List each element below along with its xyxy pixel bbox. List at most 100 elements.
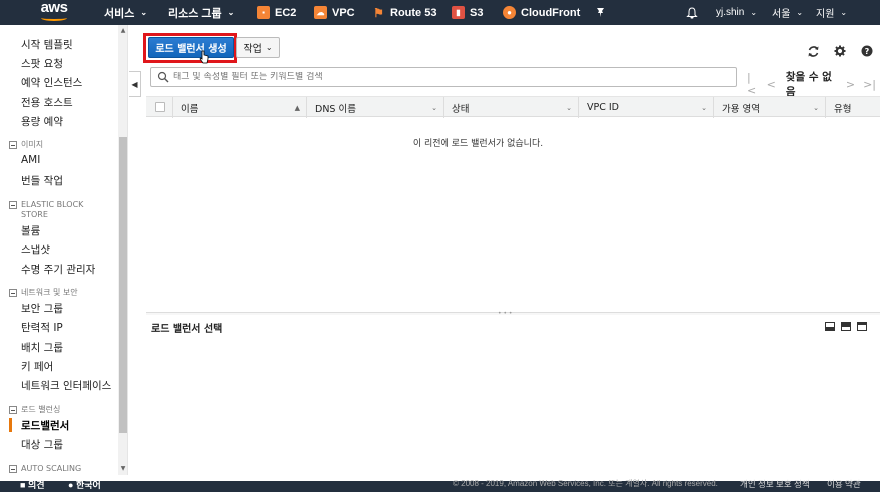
resource-groups-label: 리소스 그룹: [168, 7, 222, 20]
sidebar-item-network-interfaces[interactable]: 네트워크 인터페이스: [21, 378, 111, 393]
last-page-icon[interactable]: >|: [863, 78, 876, 91]
region-name: 서울: [772, 9, 791, 20]
actions-button[interactable]: 작업 ⌄: [236, 37, 280, 58]
main-content: 로드 밸런서 생성 작업 ⌄ ? |< < 찾을 수 없음 > >| 이름 ▲ …: [143, 25, 880, 475]
vpc-icon: ☁: [314, 6, 327, 19]
details-panel-title: 로드 밸런서 선택: [151, 324, 223, 335]
filter-search-box[interactable]: [150, 67, 737, 87]
sort-icon: ⌄: [566, 103, 572, 112]
shortcut-ec2[interactable]: ▪ EC2: [257, 0, 296, 25]
sidebar-item-launch-templates[interactable]: 시작 템플릿: [21, 37, 73, 52]
aws-logo[interactable]: aws: [38, 0, 70, 23]
column-header-label: 이름: [181, 103, 199, 115]
next-page-icon[interactable]: >: [846, 78, 855, 91]
column-header-label: 상태: [452, 103, 470, 115]
aws-logo-text: aws: [40, 0, 68, 16]
shortcut-route53[interactable]: ⚑ Route 53: [372, 0, 436, 25]
column-header-name[interactable]: 이름 ▲: [172, 97, 306, 118]
sidebar-item-load-balancers[interactable]: 로드밸런서: [21, 418, 69, 433]
user-menu[interactable]: yj.shin ⌄: [716, 0, 757, 25]
filter-search-input[interactable]: [173, 72, 713, 82]
sidebar-scrollbar-thumb[interactable]: [119, 137, 127, 433]
sidebar-section-ebs[interactable]: ELASTIC BLOCK STORE: [9, 200, 101, 220]
sidebar-section-network-security[interactable]: 네트워크 및 보안: [9, 288, 101, 298]
region-menu[interactable]: 서울 ⌄: [772, 0, 803, 25]
view-bottom-panel-icon[interactable]: [825, 322, 835, 331]
sidebar-item-elastic-ips[interactable]: 탄력적 IP: [21, 320, 63, 335]
prev-page-icon[interactable]: <: [767, 78, 776, 91]
sidebar-section-title: 이미지: [21, 140, 44, 149]
sidebar-scrollbar[interactable]: ▲ ▼: [118, 25, 127, 475]
terms-link[interactable]: 이용 약관: [827, 478, 861, 490]
shortcut-cloudfront[interactable]: ● CloudFront: [503, 0, 580, 25]
sidebar-item-key-pairs[interactable]: 키 페어: [21, 359, 53, 374]
sidebar-item-reserved-instances[interactable]: 예약 인스턴스: [21, 75, 82, 90]
sidebar-item-target-groups[interactable]: 대상 그룹: [21, 437, 63, 452]
services-menu-label: 서비스: [104, 7, 135, 20]
privacy-policy-link[interactable]: 개인 정보 보호 정책: [740, 478, 810, 490]
active-indicator: [9, 418, 12, 432]
chevron-down-icon: ⌄: [750, 8, 758, 17]
sidebar-item-snapshots[interactable]: 스냅샷: [21, 242, 50, 257]
support-menu[interactable]: 지원 ⌄: [816, 0, 847, 25]
shortcut-s3-label: S3: [470, 6, 484, 19]
view-top-panel-icon[interactable]: [857, 322, 867, 331]
notifications-bell-icon[interactable]: [686, 0, 698, 25]
language-selector[interactable]: ● 한국어: [68, 478, 101, 491]
pagination-status: 찾을 수 없음: [785, 71, 832, 98]
sidebar-section-load-balancing[interactable]: 로드 밸런싱: [9, 405, 101, 415]
shortcut-ec2-label: EC2: [275, 6, 297, 19]
aws-smile-icon: [41, 15, 67, 21]
collapse-icon: [9, 406, 17, 414]
sort-ascending-icon: ▲: [294, 103, 300, 112]
view-split-panel-icon[interactable]: [841, 322, 851, 331]
column-header-vpc-id[interactable]: VPC ID ⌄: [578, 97, 713, 118]
shortcut-vpc[interactable]: ☁ VPC: [314, 0, 355, 25]
sidebar-item-lifecycle-manager[interactable]: 수명 주기 관리자: [21, 262, 95, 277]
scroll-down-icon[interactable]: ▼: [119, 465, 127, 473]
chevron-left-icon: ◀: [131, 79, 138, 89]
help-icon[interactable]: ?: [860, 44, 874, 58]
scroll-up-icon[interactable]: ▲: [119, 27, 127, 35]
sidebar-item-ami[interactable]: AMI: [21, 154, 40, 166]
services-menu[interactable]: 서비스 ⌄: [104, 0, 147, 25]
column-header-type[interactable]: 유형: [825, 97, 880, 118]
feedback-label: 의견: [27, 480, 45, 490]
sidebar-item-capacity-reservations[interactable]: 용량 예약: [21, 114, 63, 129]
table-header: 이름 ▲ DNS 이름 ⌄ 상태 ⌄ VPC ID ⌄ 가용 영역 ⌄ 유형: [146, 96, 880, 118]
sidebar-item-bundle-tasks[interactable]: 번들 작업: [21, 173, 63, 188]
sidebar-item-spot-requests[interactable]: 스팟 요청: [21, 56, 63, 71]
refresh-icon[interactable]: [806, 44, 820, 58]
collapse-sidebar-button[interactable]: ◀: [129, 71, 141, 97]
route53-icon: ⚑: [373, 5, 384, 20]
resource-groups-menu[interactable]: 리소스 그룹 ⌄: [168, 0, 234, 25]
highlight-annotation-box: [143, 33, 237, 63]
select-all-checkbox[interactable]: [155, 102, 165, 112]
column-header-availability-zone[interactable]: 가용 영역 ⌄: [713, 97, 825, 118]
column-header-state[interactable]: 상태 ⌄: [443, 97, 578, 118]
sidebar-item-security-groups[interactable]: 보안 그룹: [21, 301, 63, 316]
chevron-down-icon: ⌄: [227, 8, 235, 17]
column-header-dns-name[interactable]: DNS 이름 ⌄: [306, 97, 443, 118]
feedback-link[interactable]: ■ 의견: [20, 478, 45, 491]
sidebar-section-images[interactable]: 이미지: [9, 140, 101, 150]
shortcut-s3[interactable]: ▮ S3: [452, 0, 483, 25]
collapse-icon: [9, 141, 17, 149]
sidebar-item-volumes[interactable]: 볼륨: [21, 223, 40, 238]
first-page-icon[interactable]: |<: [747, 71, 759, 97]
drag-grip-icon: • • •: [498, 310, 513, 317]
chevron-down-icon: ⌄: [265, 43, 273, 52]
sidebar-section-auto-scaling[interactable]: AUTO SCALING: [9, 464, 101, 474]
collapse-icon: [9, 289, 17, 297]
language-label: 한국어: [75, 480, 101, 490]
sort-icon: ⌄: [431, 103, 437, 112]
pin-icon[interactable]: [595, 0, 606, 25]
sidebar-item-dedicated-hosts[interactable]: 전용 호스트: [21, 95, 73, 110]
sidebar-item-placement-groups[interactable]: 배치 그룹: [21, 340, 63, 355]
collapse-icon: [9, 465, 17, 473]
shortcut-route53-label: Route 53: [390, 6, 437, 19]
speech-bubble-icon: ■: [20, 480, 26, 490]
gear-icon[interactable]: [833, 44, 847, 58]
panel-resize-handle[interactable]: • • •: [146, 310, 880, 317]
mouse-cursor-icon: [199, 50, 209, 64]
